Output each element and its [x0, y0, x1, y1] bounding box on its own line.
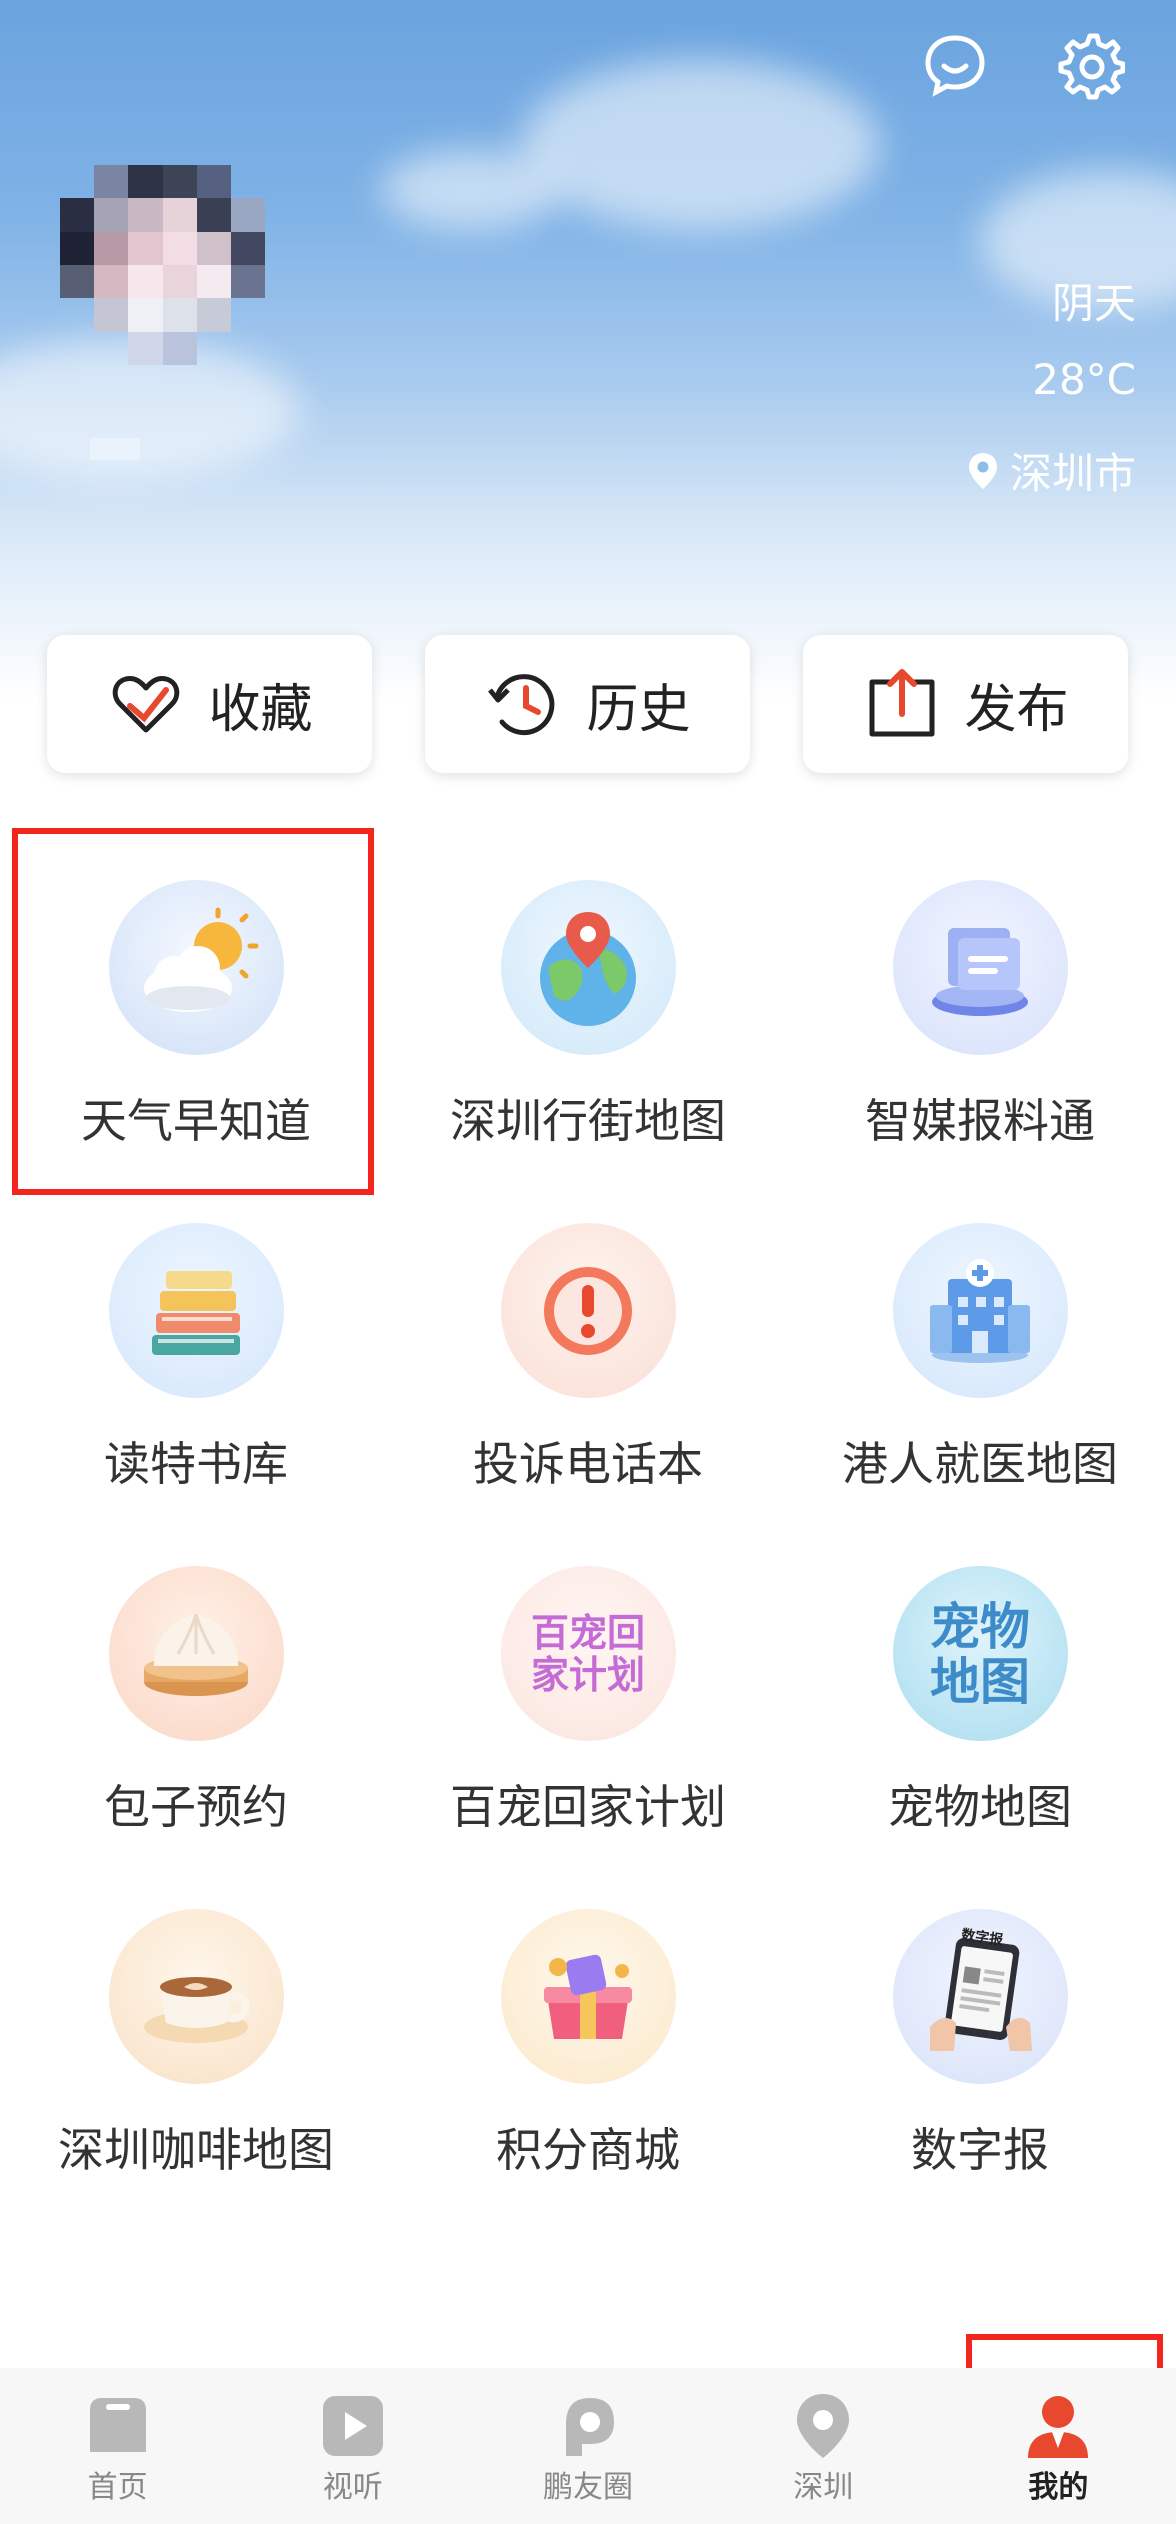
- city-name: 深圳市: [1009, 449, 1136, 498]
- tab-label: 鹏友圈: [543, 2470, 633, 2505]
- settings-icon[interactable]: [1055, 30, 1125, 100]
- service-smart-media-report[interactable]: 智媒报料通: [784, 860, 1176, 1203]
- bun-icon: [108, 1566, 284, 1741]
- location-pin-icon: [968, 452, 997, 489]
- history-button[interactable]: 历史: [425, 635, 750, 773]
- highlight-box-weather: [12, 828, 374, 1195]
- history-icon: [488, 674, 555, 736]
- globe-map-icon: [500, 880, 676, 1055]
- service-dute-library[interactable]: 读特书库: [0, 1203, 392, 1546]
- tab-label: 深圳: [793, 2470, 854, 2505]
- publish-button[interactable]: 发布: [803, 635, 1128, 773]
- play-icon: [322, 2396, 383, 2456]
- pet-home-icon-text: 百宠回家计划: [530, 1609, 645, 1697]
- location-icon: [797, 2394, 850, 2458]
- tab-label: 视听: [322, 2470, 383, 2505]
- favorites-label: 收藏: [208, 679, 313, 740]
- upload-icon: [869, 669, 935, 737]
- tab-profile[interactable]: 我的: [941, 2368, 1176, 2524]
- service-label: 深圳行街地图: [450, 1094, 726, 1148]
- weather-location[interactable]: 深圳市: [966, 440, 1136, 501]
- pet-home-icon: 百宠回家计划: [500, 1566, 676, 1741]
- books-icon: [108, 1223, 284, 1398]
- tab-shenzhen[interactable]: 深圳: [706, 2368, 941, 2524]
- home-icon: [89, 2398, 146, 2452]
- service-label: 智媒报料通: [865, 1094, 1095, 1148]
- profile-header: 阴天 28°C 深圳市: [0, 0, 1176, 700]
- service-pet-home-plan[interactable]: 百宠回家计划 百宠回家计划: [392, 1546, 784, 1889]
- friends-icon: [566, 2398, 614, 2456]
- service-label: 港人就医地图: [842, 1437, 1118, 1491]
- service-complaint-phonebook[interactable]: 投诉电话本: [392, 1203, 784, 1546]
- avatar[interactable]: [60, 165, 265, 365]
- heart-icon: [113, 676, 180, 733]
- tab-label: 我的: [1028, 2470, 1089, 2505]
- coffee-icon: [108, 1909, 284, 2084]
- service-shenzhen-street-map[interactable]: 深圳行街地图: [392, 860, 784, 1203]
- username: [90, 438, 140, 460]
- service-bun-reservation[interactable]: 包子预约: [0, 1546, 392, 1889]
- service-shenzhen-coffee-map[interactable]: 深圳咖啡地图: [0, 1889, 392, 2232]
- pet-map-icon: 宠物地图: [892, 1566, 1068, 1741]
- service-hk-medical-map[interactable]: 港人就医地图: [784, 1203, 1176, 1546]
- tab-home[interactable]: 首页: [0, 2368, 235, 2524]
- files-icon: [892, 880, 1068, 1055]
- hospital-icon: [892, 1223, 1068, 1398]
- pet-map-icon-text: 宠物地图: [930, 1596, 1030, 1711]
- service-points-mall[interactable]: 积分商城: [392, 1889, 784, 2232]
- gift-icon: [500, 1909, 676, 2084]
- history-label: 历史: [586, 679, 691, 740]
- message-icon[interactable]: [920, 30, 990, 100]
- service-pet-map[interactable]: 宠物地图 宠物地图: [784, 1546, 1176, 1889]
- service-label: 积分商城: [496, 2123, 680, 2177]
- service-label: 读特书库: [104, 1437, 288, 1491]
- alert-icon: [500, 1223, 676, 1398]
- service-label: 数字报: [911, 2123, 1049, 2177]
- favorites-button[interactable]: 收藏: [47, 635, 372, 773]
- publish-label: 发布: [964, 679, 1069, 740]
- service-label: 百宠回家计划: [450, 1780, 726, 1834]
- service-label: 宠物地图: [888, 1780, 1072, 1834]
- profile-icon: [1028, 2396, 1089, 2458]
- tablet-news-icon: 数字报: [892, 1909, 1068, 2084]
- tab-friends-circle[interactable]: 鹏友圈: [470, 2368, 705, 2524]
- weather-condition: 阴天: [1051, 279, 1136, 328]
- service-digital-newspaper[interactable]: 数字报 数字报: [784, 1889, 1176, 2232]
- weather-temperature: 28°C: [1032, 355, 1136, 404]
- service-label: 深圳咖啡地图: [58, 2123, 334, 2177]
- tab-label: 首页: [87, 2470, 148, 2505]
- tab-media[interactable]: 视听: [235, 2368, 470, 2524]
- service-label: 投诉电话本: [473, 1437, 703, 1491]
- bottom-tab-bar: 首页 视听 鹏友圈 深圳 我的: [0, 2368, 1176, 2524]
- service-label: 包子预约: [104, 1780, 288, 1834]
